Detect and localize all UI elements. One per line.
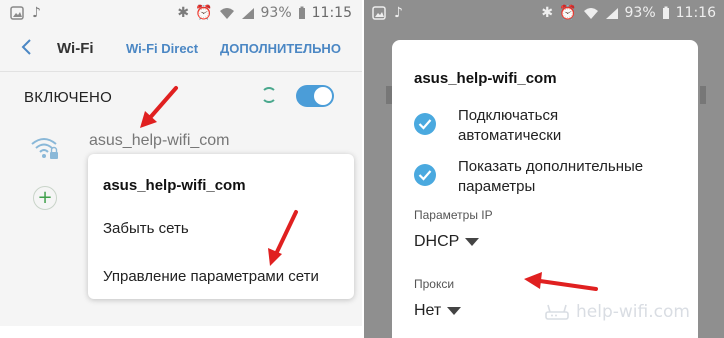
manage-network-settings-menu-item[interactable]: Управление параметрами сети [103,268,319,285]
right-screen-network-dialog: ♪ ✱ ⏰ 93% 11:16 asus_help-wifi_com Подкл… [364,0,724,338]
dialog-title: asus_help-wifi_com [414,70,557,87]
battery-icon [662,6,669,19]
divider [0,71,362,72]
ip-settings-value: DHCP [414,233,460,250]
page-title: Wi-Fi [57,40,94,57]
advanced-button[interactable]: ДОПОЛНИТЕЛЬНО [220,41,341,56]
network-context-menu: asus_help-wifi_com Забыть сеть Управлени… [88,154,354,299]
app-bar: Wi-Fi Wi-Fi Direct ДОПОЛНИТЕЛЬНО [0,30,362,68]
status-bar-left: ♪ [10,5,41,21]
screenshot-stage: ♪ ✱ ⏰ 93% 11:15 Wi-Fi Wi-Fi Direct ДОПОЛ… [0,0,724,338]
checkmark-icon [418,119,432,130]
show-advanced-label: Показать дополнительные параметры [458,158,644,195]
watermark: help-wifi.com [544,302,690,322]
dropdown-arrow-icon [447,307,462,315]
battery-icon [298,6,305,19]
bluetooth-icon: ✱ [177,5,190,21]
wifi-enabled-label: ВКЛЮЧЕНО [24,89,113,106]
wifi-toggle-switch[interactable] [296,85,334,107]
status-time: 11:16 [675,5,716,21]
status-bar-left: ♪ [372,5,403,21]
status-bar-right: ✱ ⏰ 93% 11:16 [541,5,716,21]
annotation-arrow [140,86,178,128]
alarm-icon: ⏰ [559,5,577,21]
watermark-text: help-wifi.com [576,302,690,322]
status-bar-right: ✱ ⏰ 93% 11:15 [177,5,352,21]
proxy-dropdown[interactable]: Нет [414,302,462,320]
image-icon [10,6,24,20]
forget-network-menu-item[interactable]: Забыть сеть [103,220,189,237]
add-network-icon[interactable]: + [33,186,57,210]
battery-percent: 93% [624,5,656,21]
status-bar: ♪ ✱ ⏰ 93% 11:15 [0,0,362,28]
alarm-icon: ⏰ [195,5,213,21]
chevron-left-icon [21,39,31,55]
signal-icon [605,7,618,19]
dropdown-arrow-icon [465,238,480,246]
battery-percent: 93% [260,5,292,21]
auto-connect-checkbox[interactable] [414,113,436,135]
network-settings-dialog: asus_help-wifi_com Подключаться автомати… [392,40,698,338]
bluetooth-icon: ✱ [541,5,554,21]
proxy-label: Прокси [414,277,455,291]
status-bar: ♪ ✱ ⏰ 93% 11:16 [364,0,724,28]
wifi-lock-icon [31,138,58,159]
annotation-arrow [524,272,598,291]
status-time: 11:15 [311,5,352,21]
ip-settings-label: Параметры IP [414,208,493,222]
router-icon [545,304,569,320]
music-note-icon: ♪ [394,5,403,21]
ip-settings-dropdown[interactable]: DHCP [414,233,480,251]
context-menu-title: asus_help-wifi_com [103,177,246,194]
network-name: asus_help-wifi_com [89,132,230,149]
auto-connect-label: Подключаться автоматически [458,107,562,144]
wifi-icon [219,7,234,19]
checkmark-icon [418,170,432,181]
wifi-direct-button[interactable]: Wi-Fi Direct [126,41,198,56]
left-screen-wifi-list: ♪ ✱ ⏰ 93% 11:15 Wi-Fi Wi-Fi Direct ДОПОЛ… [0,0,362,326]
toggle-knob [313,86,333,106]
music-note-icon: ♪ [32,5,41,21]
back-button[interactable] [20,38,40,58]
image-icon [372,6,386,20]
background-content [700,86,706,104]
show-advanced-checkbox[interactable] [414,164,436,186]
scanning-spinner-icon [261,87,277,103]
signal-icon [241,7,254,19]
annotation-arrow [268,210,298,266]
proxy-value: Нет [414,302,442,319]
wifi-icon [583,7,598,19]
